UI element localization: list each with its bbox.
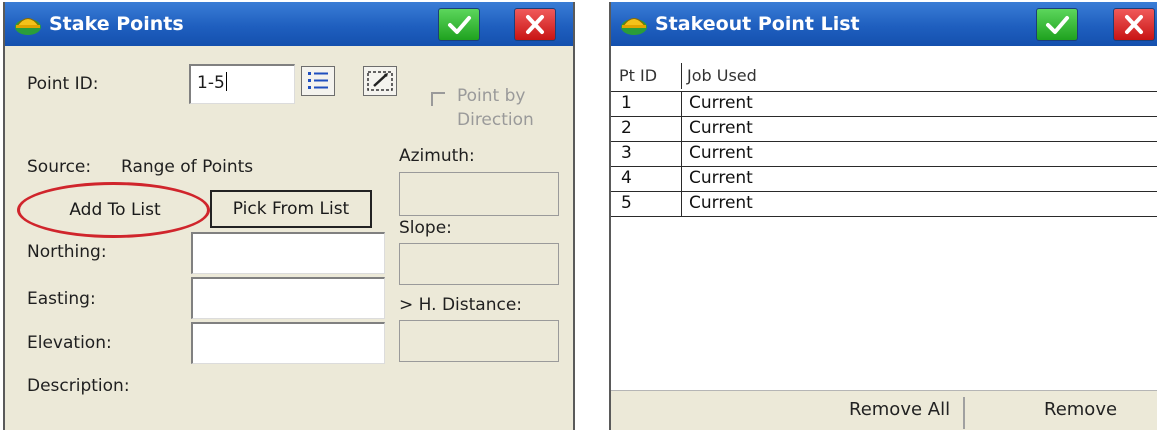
northing-label: Northing: [27, 242, 107, 262]
cancel-button[interactable] [514, 8, 556, 41]
cell-job-used: Current [689, 168, 753, 188]
title-bar: Stake Points [5, 2, 573, 46]
cell-job-used: Current [689, 193, 753, 213]
stakeout-point-list-dialog: Stakeout Point List Pt ID Job Used 1 Curr… [609, 2, 1157, 430]
point-id-value: 1-5 [197, 73, 225, 93]
remove-all-button[interactable]: Remove All [849, 399, 950, 420]
column-divider [681, 192, 682, 217]
h-distance-label: > H. Distance: [399, 295, 523, 315]
dialog-title: Stakeout Point List [655, 13, 860, 35]
point-by-direction-checkbox[interactable] [431, 92, 445, 106]
azimuth-field [399, 172, 559, 216]
point-by-direction-label-1: Point by [457, 86, 526, 106]
slope-field [399, 243, 559, 285]
cell-pt-id: 4 [621, 168, 632, 188]
elevation-input[interactable] [191, 322, 385, 364]
close-icon [526, 15, 544, 34]
point-by-direction-label-2: Direction [457, 110, 534, 130]
map-select-icon [367, 71, 393, 91]
ok-button[interactable] [438, 8, 480, 41]
pick-from-list-label: Pick From List [232, 199, 350, 219]
toolbar-separator [963, 397, 965, 429]
slope-label: Slope: [399, 218, 452, 238]
table-row[interactable]: 3 Current [611, 142, 1157, 167]
easting-label: Easting: [27, 289, 96, 309]
add-to-list-button[interactable]: Add To List [29, 193, 201, 227]
title-bar: Stakeout Point List [611, 2, 1157, 46]
close-icon [1125, 15, 1143, 34]
checkmark-icon [1046, 16, 1069, 34]
map-select-button[interactable] [363, 66, 397, 96]
source-label: Source: [27, 157, 92, 177]
text-cursor [225, 72, 227, 91]
remove-button[interactable]: Remove [1044, 399, 1117, 420]
cell-pt-id: 2 [621, 118, 632, 138]
table-row[interactable]: 4 Current [611, 167, 1157, 192]
cell-job-used: Current [689, 118, 753, 138]
point-id-label: Point ID: [27, 74, 99, 94]
point-id-input[interactable]: 1-5 [189, 64, 295, 104]
stake-points-dialog: Stake Points Point ID: 1-5 Point by Dire… [3, 2, 575, 430]
bottom-toolbar: Remove All Remove [611, 390, 1157, 430]
cell-job-used: Current [689, 93, 753, 113]
elevation-label: Elevation: [27, 333, 112, 353]
helmet-icon [15, 18, 41, 35]
description-label: Description: [27, 376, 130, 396]
column-divider [681, 92, 682, 117]
northing-input[interactable] [191, 232, 385, 274]
pick-from-list-button[interactable]: Pick From List [210, 190, 372, 228]
easting-input[interactable] [191, 277, 385, 319]
cell-job-used: Current [689, 143, 753, 163]
cell-pt-id: 5 [621, 193, 632, 213]
cancel-button[interactable] [1113, 8, 1155, 41]
table-row[interactable]: 1 Current [611, 92, 1157, 117]
table-row[interactable]: 2 Current [611, 117, 1157, 142]
cell-pt-id: 3 [621, 143, 632, 163]
column-divider [681, 167, 682, 192]
source-value: Range of Points [121, 157, 254, 177]
checkmark-icon [448, 16, 471, 34]
helmet-icon [621, 18, 647, 35]
point-list-table: Pt ID Job Used 1 Current 2 Current 3 Current 4… [611, 46, 1157, 390]
list-icon [308, 72, 328, 89]
add-to-list-label: Add To List [69, 200, 161, 220]
h-distance-field [399, 320, 559, 362]
azimuth-label: Azimuth: [399, 146, 475, 166]
ok-button[interactable] [1036, 8, 1078, 41]
cell-pt-id: 1 [621, 93, 632, 113]
dialog-title: Stake Points [49, 13, 184, 35]
table-row[interactable]: 5 Current [611, 192, 1157, 217]
column-divider [681, 142, 682, 167]
header-underline [611, 66, 1157, 92]
list-button[interactable] [301, 66, 335, 96]
column-divider [681, 117, 682, 142]
